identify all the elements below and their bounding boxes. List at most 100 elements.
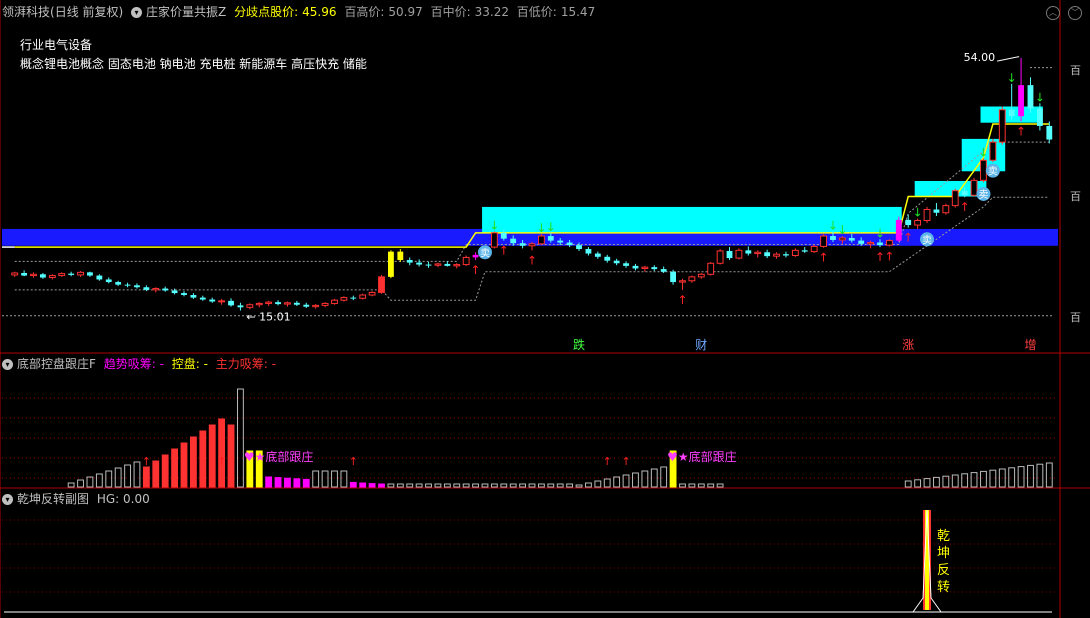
circle-chevron-icon[interactable]: ▾ — [2, 494, 13, 505]
sub1-bar — [989, 469, 997, 488]
sell-marker-label: 卖 — [922, 234, 932, 246]
pivot-value: 45.96 — [302, 5, 337, 19]
sub1-bar — [302, 478, 310, 488]
candle-body — [1027, 85, 1034, 109]
candle-body — [745, 250, 752, 254]
sub1-bar — [490, 483, 498, 488]
candle-body — [998, 109, 1006, 143]
sub1-bar — [603, 478, 611, 488]
sub1-bar — [133, 461, 141, 488]
candle-body — [660, 269, 667, 272]
sub1-bar — [716, 483, 724, 488]
candle-body — [735, 249, 743, 259]
candle-body — [576, 245, 582, 250]
up-arrow-icon: ↑ — [884, 249, 894, 263]
candle-body — [623, 263, 629, 266]
up-arrow-icon: ↑ — [471, 263, 481, 277]
sub1-bar — [528, 483, 536, 488]
sub1-bar — [951, 474, 959, 488]
sub1-bar — [904, 480, 912, 488]
candle-body — [604, 256, 611, 261]
candle-body — [877, 242, 883, 246]
candle-body — [905, 219, 912, 226]
sub1-up-arrow-icon: ↑ — [217, 455, 226, 468]
candle-body — [490, 232, 498, 248]
event-marker: 涨 — [902, 337, 914, 352]
candle-body — [923, 209, 931, 222]
sub2-indicator-name[interactable]: 乾坤反转副图 — [17, 492, 89, 506]
candle-body — [77, 271, 84, 276]
candle-body — [255, 302, 263, 306]
candle-body — [331, 299, 338, 304]
candle-body — [228, 300, 234, 306]
down-arrow-icon: ↓ — [875, 226, 885, 240]
right-axis-label: 百 — [1070, 64, 1081, 77]
sub1-bar — [67, 482, 75, 488]
indicator-name[interactable]: 庄家价量共振Z — [146, 5, 226, 19]
sub1-bar — [519, 483, 527, 488]
sub1-bar — [509, 483, 517, 488]
down-arrow-icon: ↓ — [489, 219, 499, 233]
candle-body — [933, 209, 940, 213]
candle-body — [397, 251, 404, 261]
up-arrow-icon: ↑ — [527, 253, 537, 267]
candle-body — [651, 267, 658, 270]
mid-label: 百中价: — [430, 5, 471, 19]
reversal-annotation: 反 — [937, 563, 950, 578]
sub1-bar — [434, 483, 442, 488]
sub1-bar — [189, 436, 197, 488]
candle-body — [810, 245, 818, 253]
candle-body — [350, 297, 357, 299]
sub1-bar — [227, 424, 235, 488]
control-label: 控盘: - — [171, 357, 208, 371]
sub1-bar — [265, 476, 273, 488]
candle-body — [632, 265, 639, 269]
collapse-up-icon[interactable]: ︿ — [1046, 6, 1060, 20]
chart-canvas[interactable]: ↑↑↑↑↑ ↑ ↑↑↑↑↓ ↓ ↓ ↓ ↓ ↓↓↓↓↓卖卖卖卖54.00← 15.01百百百跌… — [0, 0, 1090, 618]
main-panel-header: 领湃科技(日线 前复权) ▾ 庄家价量共振Z 分歧点股价: 45.96 百高价: 50… — [2, 3, 599, 21]
candle-body — [885, 240, 893, 246]
right-axis-label: 百 — [1070, 311, 1081, 324]
candle-body — [500, 232, 507, 239]
sub1-bar — [105, 470, 113, 488]
pivot-label: 分歧点股价: — [234, 5, 299, 19]
candle-body — [218, 300, 226, 303]
candle-body — [105, 279, 112, 283]
reversal-annotation: 转 — [937, 580, 950, 595]
candle-body — [265, 301, 273, 304]
sub1-bar — [86, 476, 94, 488]
sub1-bar — [923, 478, 931, 488]
sub1-bar — [218, 418, 226, 488]
candle-body — [838, 237, 846, 241]
down-arrow-icon: ↓ — [978, 145, 988, 159]
sub1-bar — [594, 480, 602, 488]
down-arrow-icon: ↓ — [546, 220, 556, 234]
up-arrow-icon: ↑ — [960, 200, 970, 214]
sub1-bar — [961, 473, 969, 488]
candle-body — [528, 243, 536, 247]
circle-chevron-icon[interactable]: ▾ — [2, 359, 13, 370]
candle-body — [726, 250, 733, 259]
collapse-down-icon[interactable]: ﹀ — [1068, 6, 1082, 20]
high-value: 50.97 — [388, 5, 423, 19]
candle-body — [1008, 109, 1015, 117]
sub1-bar — [359, 482, 367, 488]
candle-body — [209, 299, 216, 302]
candle-body — [791, 249, 799, 257]
circle-chevron-icon[interactable]: ▾ — [131, 7, 143, 18]
sub1-indicator-name[interactable]: 底部控盘跟庄F — [17, 357, 96, 371]
candle-body — [143, 287, 150, 290]
candle-body — [472, 254, 479, 258]
sub1-bar — [575, 484, 583, 488]
candle-body — [453, 264, 461, 267]
candle-body — [585, 249, 592, 254]
down-arrow-icon: ↓ — [837, 223, 847, 237]
candle-body — [989, 141, 997, 161]
sub1-bar — [349, 481, 357, 488]
candle-body — [293, 302, 300, 305]
trend-label: 趋势吸筹: - — [103, 357, 164, 371]
candle-body — [368, 291, 376, 296]
sub1-bar — [481, 483, 489, 488]
sub1-bar — [321, 470, 329, 488]
candle-body — [124, 284, 131, 286]
